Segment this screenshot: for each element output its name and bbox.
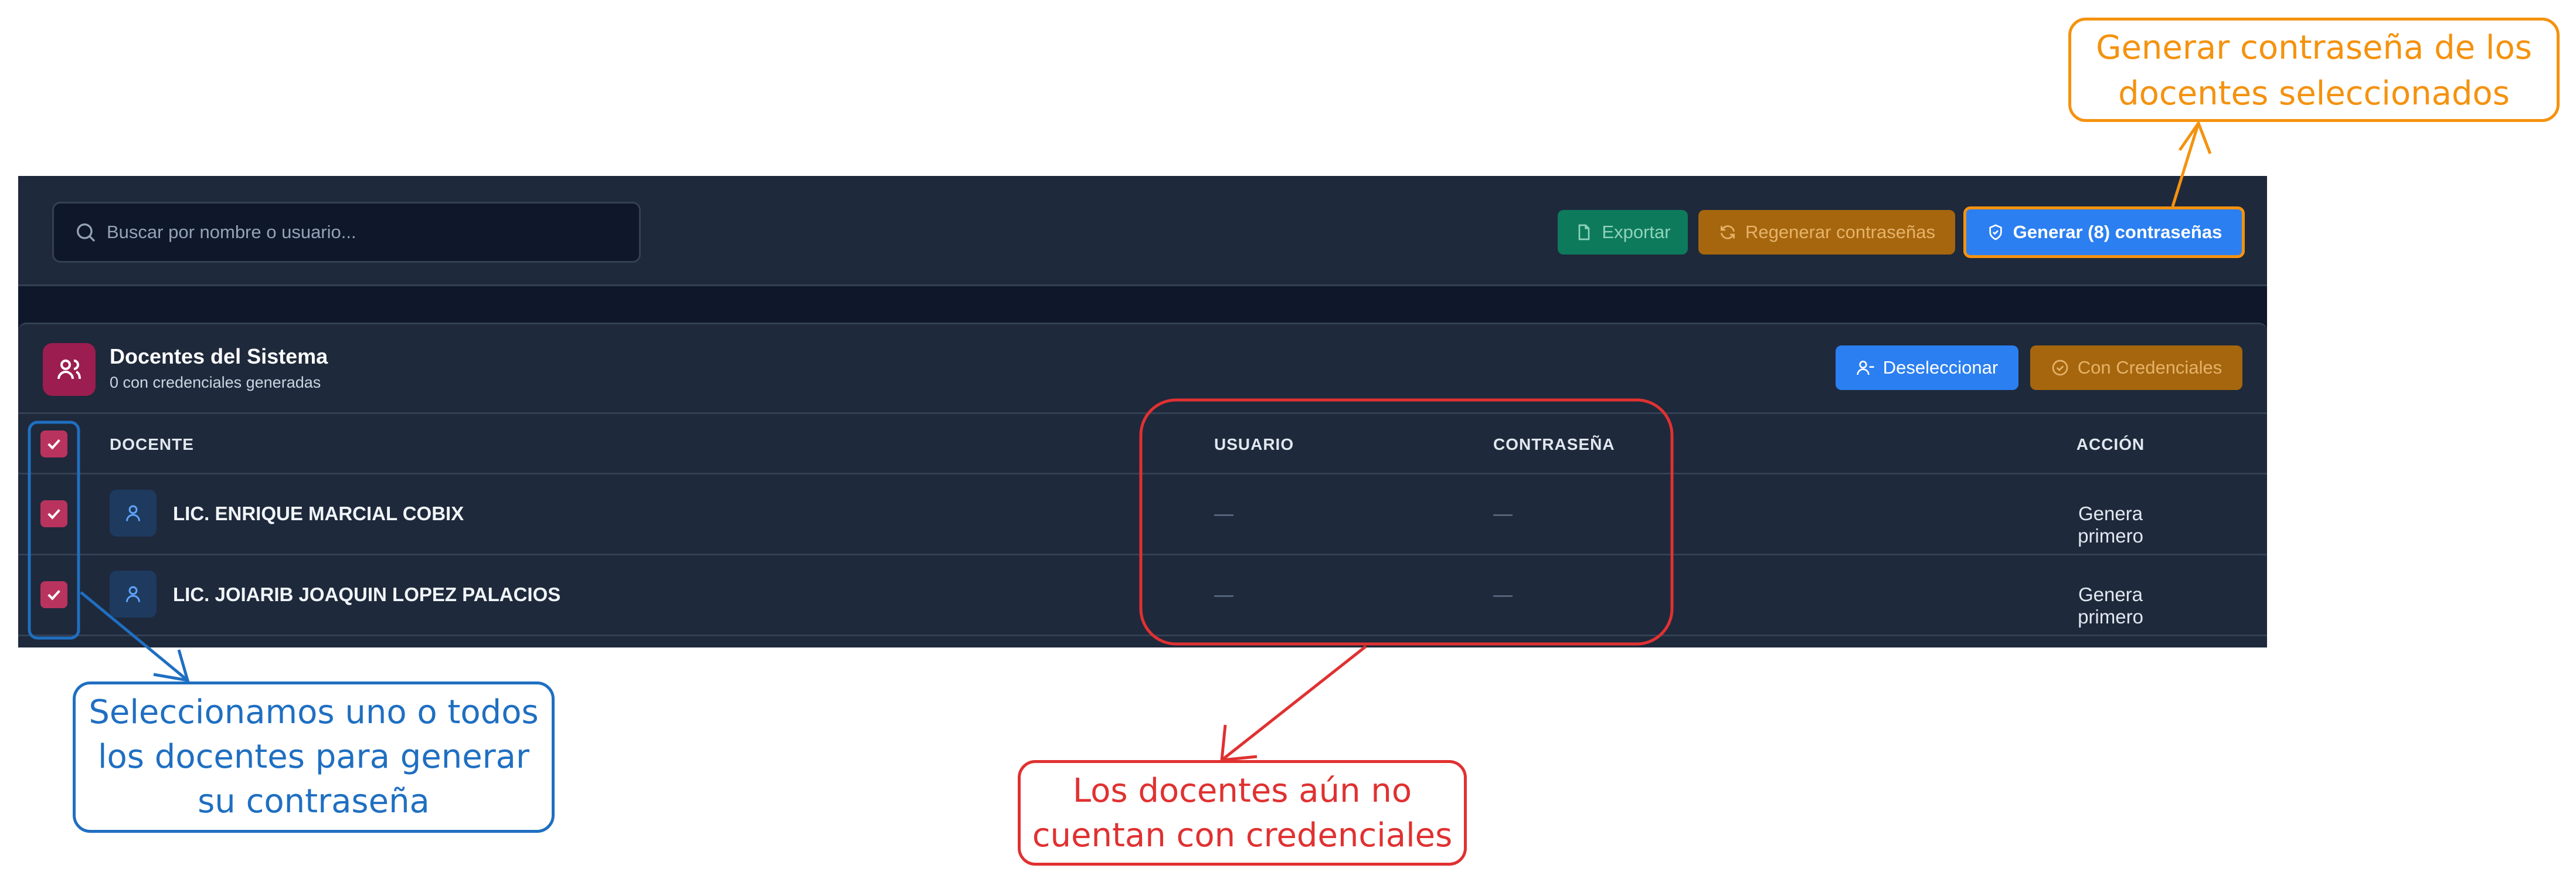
search-icon [77, 223, 96, 242]
file-icon [1579, 224, 1590, 240]
search-input[interactable] [106, 221, 624, 243]
shield-check-icon [1989, 224, 2002, 240]
annotation-no-credentials: Los docentes aún no cuentan con credenci… [1018, 760, 1467, 866]
teachers-panel: Docentes del Sistema 0 con credenciales … [18, 323, 2267, 647]
annotation-line: docentes seleccionados [2118, 74, 2510, 113]
header-usuario: USUARIO [1214, 435, 1294, 453]
regenerate-label: Regenerar contraseñas [1745, 222, 1935, 242]
export-label: Exportar [1602, 222, 1671, 242]
user-icon [110, 490, 157, 537]
user-minus-icon [1857, 361, 1874, 375]
check-icon [47, 589, 60, 601]
generate-label: Generar (8) contraseñas [2013, 222, 2222, 242]
header-contrasena: CONTRASEÑA [1493, 435, 1615, 453]
table-row: LIC. ENRIQUE MARCIAL COBIX — — Genera pr… [18, 474, 2267, 555]
red-arrowhead [1220, 724, 1258, 762]
users-icon [43, 343, 96, 396]
accion-cell: Genera primero [2078, 503, 2143, 547]
refresh-icon [1721, 225, 1735, 239]
annotation-line: Los docentes aún no [1072, 772, 1412, 810]
app-screenshot: Exportar Regenerar contraseñas Generar (… [18, 176, 2267, 647]
row-checkbox[interactable] [40, 581, 67, 608]
deselect-label: Deseleccionar [1882, 357, 1999, 378]
blue-arrowhead [153, 649, 190, 683]
check-icon [47, 508, 60, 520]
header-accion: ACCIÓN [2076, 435, 2145, 453]
panel-title: Docentes del Sistema [110, 344, 328, 368]
select-all-checkbox[interactable] [40, 430, 67, 457]
accion-cell: Genera primero [2078, 584, 2143, 628]
annotation-select: Seleccionamos uno o todos los docentes p… [73, 681, 555, 833]
search-box[interactable] [52, 202, 641, 263]
panel-subtitle: 0 con credenciales generadas [110, 374, 321, 391]
usuario-cell: — [1214, 584, 1233, 605]
with-credentials-label: Con Credenciales [2077, 357, 2222, 378]
annotation-line: cuentan con credenciales [1032, 816, 1453, 855]
teacher-name: LIC. ENRIQUE MARCIAL COBIX [173, 503, 464, 524]
table-header: DOCENTE USUARIO CONTRASEÑA ACCIÓN [18, 412, 2267, 474]
annotation-line: Generar contraseña de los [2096, 29, 2532, 67]
header-docente: DOCENTE [110, 435, 194, 453]
toolbar: Exportar Regenerar contraseñas Generar (… [18, 176, 2267, 286]
usuario-cell: — [1214, 503, 1233, 524]
contrasena-cell: — [1493, 584, 1513, 605]
deselect-button[interactable]: Deseleccionar [1836, 345, 2018, 390]
row-checkbox[interactable] [40, 500, 67, 527]
regenerate-passwords-button[interactable]: Regenerar contraseñas [1698, 210, 1955, 255]
annotation-line: Seleccionamos uno o todos [89, 693, 539, 731]
table-row: LIC. JOIARIB JOAQUIN LOPEZ PALACIOS — — … [18, 555, 2267, 636]
check-circle-icon [2052, 360, 2068, 376]
check-icon [47, 439, 60, 450]
contrasena-cell: — [1493, 503, 1513, 524]
with-credentials-button[interactable]: Con Credenciales [2030, 345, 2242, 390]
user-icon [110, 571, 157, 618]
red-arrow [1221, 645, 1367, 761]
export-button[interactable]: Exportar [1558, 210, 1688, 255]
generate-passwords-button[interactable]: Generar (8) contraseñas [1963, 206, 2245, 258]
annotation-line: su contraseña [198, 782, 430, 820]
teacher-name: LIC. JOIARIB JOAQUIN LOPEZ PALACIOS [173, 584, 561, 605]
annotation-line: los docentes para generar [97, 738, 530, 776]
orange-arrowhead [2178, 120, 2212, 154]
annotation-generate: Generar contraseña de los docentes selec… [2068, 18, 2560, 122]
